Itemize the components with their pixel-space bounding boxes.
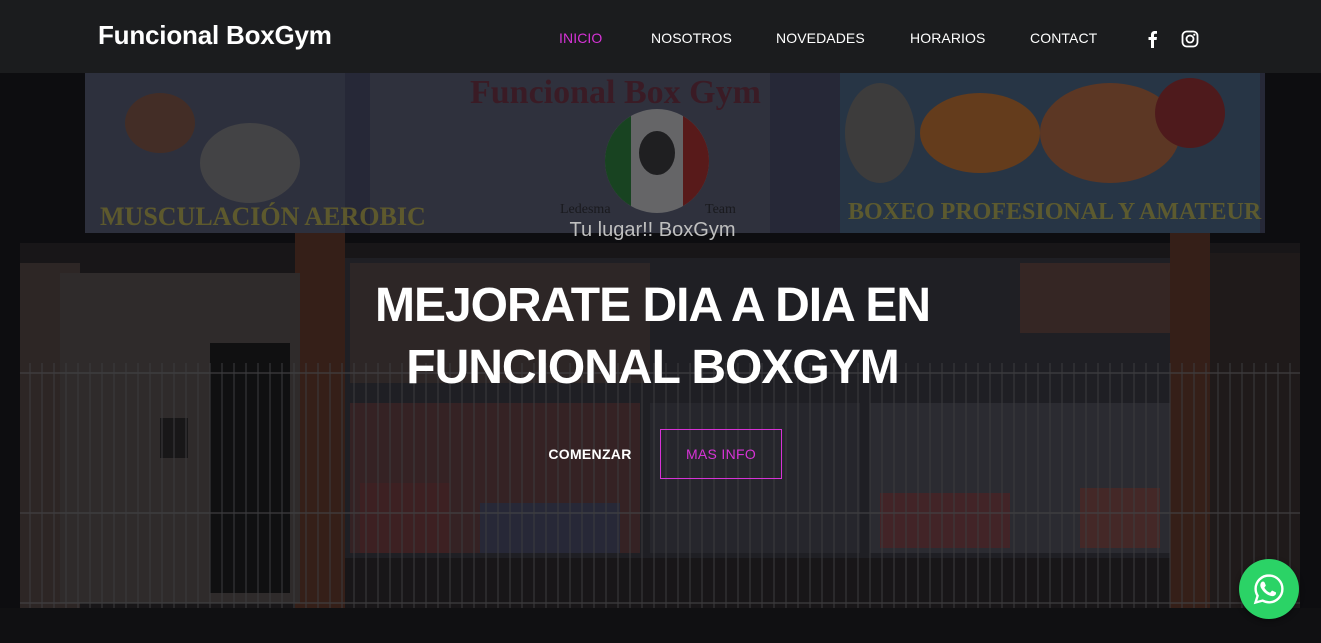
brand-logo[interactable]: Funcional BoxGym: [98, 20, 332, 51]
comenzar-button[interactable]: COMENZAR: [530, 429, 650, 479]
page: Funcional BoxGym INICIO NOSOTROS NOVEDAD…: [0, 0, 1321, 643]
hero-headline-line1: MEJORATE DIA A DIA EN: [374, 279, 931, 332]
nav-item-inicio[interactable]: INICIO: [559, 30, 602, 46]
hero-headline-line2: FUNCIONAL BOXGYM: [406, 341, 899, 394]
nav-item-nosotros[interactable]: NOSOTROS: [651, 30, 732, 46]
whatsapp-icon: [1253, 574, 1284, 605]
instagram-icon[interactable]: [1179, 28, 1201, 50]
nav-item-horarios[interactable]: HORARIOS: [910, 30, 985, 46]
hero-section: Funcional Box Gym MUSCULACIÓN AEROBIC BO…: [0, 73, 1321, 643]
whatsapp-button[interactable]: [1239, 559, 1299, 619]
hero-eyebrow: Tu lugar!! BoxGym: [569, 219, 736, 241]
navbar: Funcional BoxGym INICIO NOSOTROS NOVEDAD…: [0, 0, 1321, 73]
mas-info-button[interactable]: MAS INFO: [660, 429, 782, 479]
nav-item-novedades[interactable]: NOVEDADES: [776, 30, 865, 46]
hero-headline: MEJORATE DIA A DIA EN FUNCIONAL BOXGYM: [0, 275, 1305, 399]
facebook-icon[interactable]: [1141, 28, 1163, 50]
nav-item-contact[interactable]: CONTACT: [1030, 30, 1097, 46]
